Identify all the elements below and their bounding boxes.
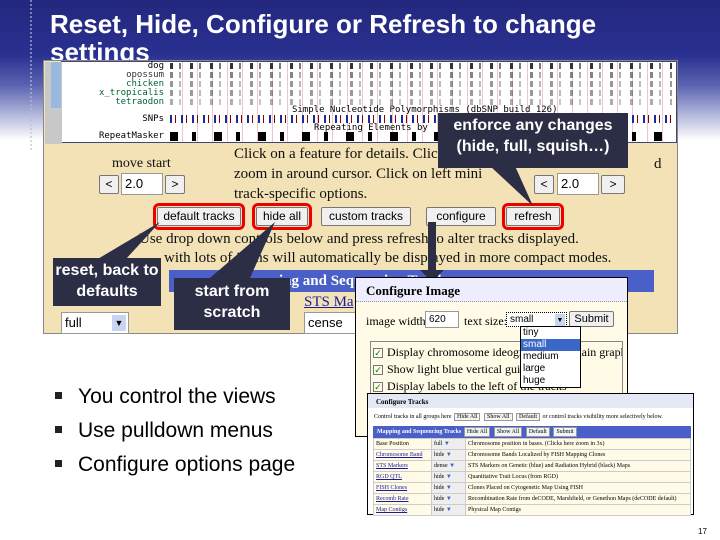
table-row: Recomb Rate hide ▼ Recombination Rate from… bbox=[373, 493, 691, 505]
submit-button[interactable]: Submit bbox=[569, 311, 614, 327]
track-mode-select[interactable]: hide ▼ bbox=[431, 482, 466, 494]
configure-tracks-title: Configure Tracks bbox=[368, 394, 693, 408]
select-value: hide bbox=[434, 496, 445, 502]
chevron-down-icon: ▼ bbox=[443, 441, 450, 447]
option-tiny[interactable]: tiny bbox=[521, 327, 580, 339]
track-description: Chromosome Bands Localized by FISH Mappi… bbox=[465, 449, 691, 461]
track-mode-select[interactable]: dense ▼ bbox=[431, 460, 466, 472]
select-value: full bbox=[434, 441, 443, 447]
option-huge[interactable]: huge bbox=[521, 375, 580, 387]
control-text: or control tracks visibility more select… bbox=[542, 414, 663, 420]
checkbox-label: Display chromosome ideogram above main g… bbox=[387, 345, 623, 359]
group-title: Mapping and Sequencing Tracks bbox=[377, 429, 462, 435]
group-show-all-button[interactable]: Show All bbox=[493, 427, 523, 437]
chevron-down-icon: ▼ bbox=[445, 485, 452, 491]
chevron-down-icon: ▼ bbox=[445, 507, 452, 513]
table-row: FISH Clones hide ▼ Clones Placed on Cytoge… bbox=[373, 482, 691, 494]
chevron-down-icon: ▼ bbox=[445, 452, 452, 458]
select-value: hide bbox=[434, 507, 445, 513]
track-description: Clones Placed on Cytogenetic Map Using F… bbox=[465, 482, 691, 494]
track-name[interactable]: FISH Clones bbox=[373, 482, 432, 494]
control-text: Control tracks in all groups here bbox=[374, 414, 452, 420]
track-name: Base Position bbox=[373, 438, 432, 450]
track-description: Chromosome position in bases. (Clicks he… bbox=[465, 438, 691, 450]
callout-refresh: enforce any changes (hide, full, squish…… bbox=[438, 113, 628, 168]
table-row: STS Markers dense ▼ STS Markers on Genetic… bbox=[373, 460, 691, 472]
hide-all-button[interactable]: Hide All bbox=[453, 413, 481, 421]
pointer-hide-all bbox=[210, 222, 275, 278]
track-name[interactable]: Chromosome Band bbox=[373, 449, 432, 461]
chevron-down-icon: ▼ bbox=[449, 463, 456, 469]
select-value: hide bbox=[434, 485, 445, 491]
image-width-label: image width: bbox=[366, 314, 429, 328]
track-name[interactable]: STS Markers bbox=[373, 460, 432, 472]
option-medium[interactable]: medium bbox=[521, 351, 580, 363]
option-small[interactable]: small bbox=[521, 339, 580, 351]
track-mode-select[interactable]: hide ▼ bbox=[431, 471, 466, 483]
table-row: Map Contigs hide ▼ Physical Map Contigs bbox=[373, 504, 691, 516]
group-default-button[interactable]: Default bbox=[525, 427, 550, 437]
callout-hide-all: start from scratch bbox=[174, 278, 290, 330]
pointer-configure bbox=[428, 222, 436, 274]
track-mode-select[interactable]: hide ▼ bbox=[431, 449, 466, 461]
track-description: Quantitative Trait Locus (from RGD) bbox=[465, 471, 691, 483]
pointer-defaults bbox=[96, 222, 160, 260]
track-description: Recombination Rate from deCODE, Marshfie… bbox=[465, 493, 691, 505]
select-value: dense bbox=[434, 463, 448, 469]
table-row: RGD QTL hide ▼ Quantitative Trait Locus (f… bbox=[373, 471, 691, 483]
track-name[interactable]: Recomb Rate bbox=[373, 493, 432, 505]
text-size-label: text size: bbox=[464, 314, 507, 328]
track-mode-select[interactable]: full ▼ bbox=[431, 438, 466, 450]
track-description: STS Markers on Genetic (blue) and Radiat… bbox=[465, 460, 691, 472]
select-value: hide bbox=[434, 474, 445, 480]
group-hide-all-button[interactable]: Hide All bbox=[463, 427, 491, 437]
track-description: Physical Map Contigs bbox=[465, 504, 691, 516]
select-value: small bbox=[510, 314, 534, 325]
select-value: hide bbox=[434, 452, 445, 458]
track-name[interactable]: Map Contigs bbox=[373, 504, 432, 516]
group-submit-button[interactable]: Submit bbox=[553, 427, 577, 437]
text-size-select[interactable]: small ▼ bbox=[506, 312, 567, 327]
checkbox-ideogram[interactable]: ✓ Display chromosome ideogram above main … bbox=[373, 344, 622, 361]
chevron-down-icon: ▼ bbox=[445, 474, 452, 480]
image-width-input[interactable]: 620 bbox=[425, 311, 459, 328]
table-row: Chromosome Band hide ▼ Chromosome Bands Lo… bbox=[373, 449, 691, 461]
chevron-down-icon: ▼ bbox=[445, 496, 452, 502]
checkbox-guidelines[interactable]: ✓ Show light blue vertical guidelines bbox=[373, 361, 622, 378]
default-button[interactable]: Default bbox=[516, 413, 540, 421]
pointer-refresh bbox=[490, 166, 533, 206]
track-mode-select[interactable]: hide ▼ bbox=[431, 493, 466, 505]
configure-tracks-panel: Configure Tracks Control tracks in all g… bbox=[367, 393, 694, 516]
text-size-dropdown: tiny small medium large huge bbox=[520, 326, 581, 388]
tracks-table: Base Position full ▼ Chromosome position i… bbox=[373, 438, 691, 516]
callout-defaults: reset, back to defaults bbox=[53, 258, 161, 306]
track-name[interactable]: RGD QTL bbox=[373, 471, 432, 483]
option-large[interactable]: large bbox=[521, 363, 580, 375]
show-all-button[interactable]: Show All bbox=[483, 413, 513, 421]
track-mode-select[interactable]: hide ▼ bbox=[431, 504, 466, 516]
configure-image-title: Configure Image bbox=[356, 278, 627, 302]
table-row: Base Position full ▼ Chromosome position i… bbox=[373, 438, 691, 450]
